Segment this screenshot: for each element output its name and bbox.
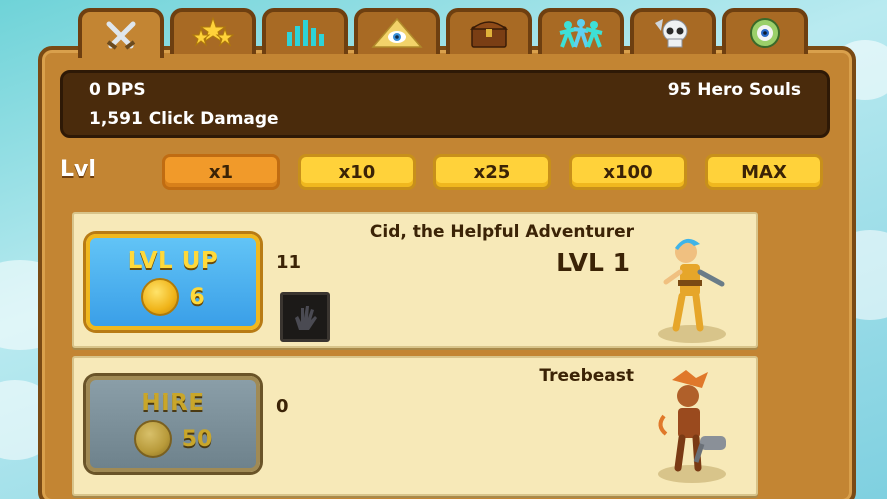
tab-achievements[interactable] bbox=[170, 8, 256, 54]
hero-dps-value: 0 bbox=[276, 396, 289, 417]
hero-level: LVL 1 bbox=[556, 248, 630, 277]
stats-bar: 0 DPS 1,591 Click Damage 95 Hero Souls bbox=[60, 70, 830, 138]
tab-ancients[interactable] bbox=[354, 8, 440, 54]
hire-button[interactable]: HIRE 50 bbox=[86, 376, 260, 472]
tab-relics[interactable] bbox=[446, 8, 532, 54]
bar-chart-icon bbox=[287, 20, 324, 46]
hero-card-treebeast: HIRE 50 0 Treebeast bbox=[72, 356, 758, 496]
tab-mercenaries[interactable] bbox=[538, 8, 624, 54]
multiplier-x25-button[interactable]: x25 bbox=[433, 154, 551, 190]
hero-name: Treebeast bbox=[539, 366, 634, 386]
hero-name: Cid, the Helpful Adventurer bbox=[369, 222, 634, 242]
hero-card-cid: LVL UP 6 11 Cid, the Helpful Adventurer … bbox=[72, 212, 758, 348]
multiplier-x10-button[interactable]: x10 bbox=[298, 154, 416, 190]
tab-heroes[interactable] bbox=[78, 8, 164, 58]
tab-outsiders[interactable] bbox=[722, 8, 808, 54]
level-multiplier-label: Lvl bbox=[60, 157, 96, 182]
treebeast-portrait-icon bbox=[658, 370, 726, 483]
stars-icon bbox=[191, 17, 235, 47]
multiplier-max-button[interactable]: MAX bbox=[705, 154, 823, 190]
tab-stats[interactable] bbox=[262, 8, 348, 54]
hand-icon bbox=[295, 306, 317, 330]
crossed-swords-icon bbox=[106, 21, 136, 50]
level-up-button[interactable]: LVL UP 6 bbox=[86, 234, 260, 330]
hero-souls-value: 95 Hero Souls bbox=[667, 80, 801, 100]
skull-icon bbox=[655, 19, 688, 48]
eyeball-icon bbox=[750, 18, 780, 48]
gold-coin-icon bbox=[141, 278, 180, 316]
click-damage-value: 1,591 Click Damage bbox=[89, 109, 279, 129]
hire-label: HIRE bbox=[141, 390, 205, 416]
skill-slot[interactable] bbox=[280, 292, 330, 342]
hero-dps-value: 11 bbox=[276, 252, 302, 273]
multiplier-x1-button[interactable]: x1 bbox=[162, 154, 280, 190]
hire-cost-value: 50 bbox=[181, 426, 213, 452]
mercenaries-icon bbox=[559, 19, 603, 48]
eye-pyramid-icon bbox=[371, 17, 423, 48]
tab-bar bbox=[78, 8, 808, 58]
gold-coin-icon bbox=[133, 420, 172, 458]
level-up-cost-value: 6 bbox=[189, 284, 205, 310]
hire-cost: 50 bbox=[133, 420, 213, 458]
treasure-chest-icon bbox=[469, 21, 509, 48]
tab-clan[interactable] bbox=[630, 8, 716, 54]
multiplier-x100-button[interactable]: x100 bbox=[569, 154, 687, 190]
level-up-label: LVL UP bbox=[127, 248, 219, 274]
dps-value: 0 DPS bbox=[89, 80, 146, 100]
level-up-cost: 6 bbox=[141, 278, 205, 316]
cid-portrait-icon bbox=[658, 238, 726, 343]
